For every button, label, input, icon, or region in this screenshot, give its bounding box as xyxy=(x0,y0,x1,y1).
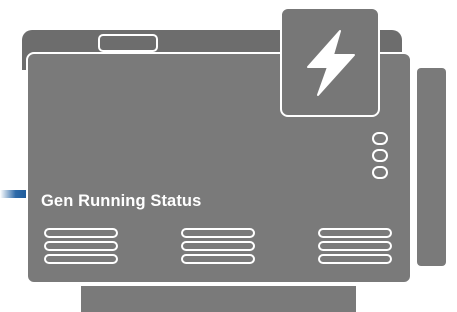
generator-base xyxy=(81,286,356,312)
generator-side-panel xyxy=(417,68,446,266)
vent-slot xyxy=(44,254,118,264)
vent-grille xyxy=(181,228,255,267)
status-label: Gen Running Status xyxy=(41,192,202,210)
lightning-bolt-icon xyxy=(307,30,355,96)
vent-slot xyxy=(181,241,255,251)
indicator-light xyxy=(372,166,388,179)
vent-slot xyxy=(44,241,118,251)
vent-slot xyxy=(44,228,118,238)
lift-handle xyxy=(98,34,158,52)
indicator-light xyxy=(372,149,388,162)
generator-status-widget: Gen Running Status xyxy=(0,0,457,312)
power-indicator xyxy=(280,7,380,117)
vent-slot xyxy=(181,254,255,264)
vent-grille xyxy=(318,228,392,267)
vent-slot xyxy=(318,241,392,251)
indicator-light xyxy=(372,132,388,145)
vent-slot xyxy=(181,228,255,238)
indicator-lights xyxy=(372,132,392,183)
vent-slot xyxy=(318,254,392,264)
vent-slot xyxy=(318,228,392,238)
vent-grille xyxy=(44,228,118,267)
connection-pipe xyxy=(0,190,26,198)
